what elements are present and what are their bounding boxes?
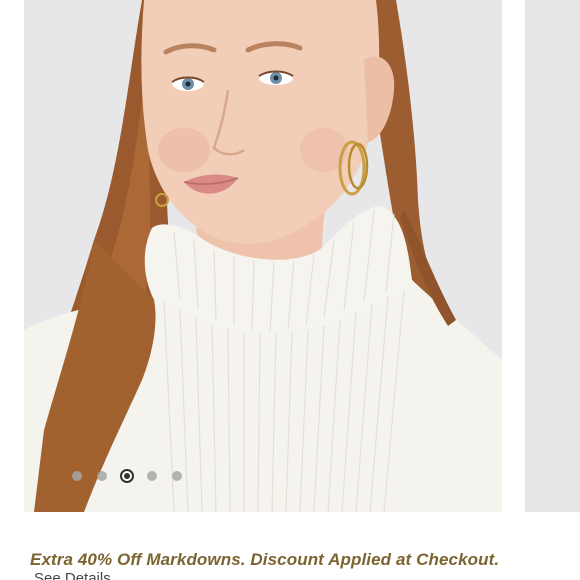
product-page: Extra 40% Off Markdowns. Discount Applie… bbox=[0, 0, 580, 580]
carousel-dot[interactable] bbox=[72, 471, 82, 481]
product-image-carousel[interactable] bbox=[0, 0, 580, 512]
carousel-dot[interactable] bbox=[172, 471, 182, 481]
product-image-slide[interactable] bbox=[24, 0, 502, 512]
carousel-dot-active[interactable] bbox=[120, 469, 134, 483]
product-photo bbox=[24, 0, 502, 512]
see-details-link[interactable]: See Details bbox=[34, 570, 111, 580]
next-product-image-peek[interactable] bbox=[525, 0, 580, 512]
carousel-dot[interactable] bbox=[97, 471, 107, 481]
carousel-dot[interactable] bbox=[147, 471, 157, 481]
carousel-pagination bbox=[72, 469, 197, 483]
promo-banner-text: Extra 40% Off Markdowns. Discount Applie… bbox=[30, 550, 500, 569]
